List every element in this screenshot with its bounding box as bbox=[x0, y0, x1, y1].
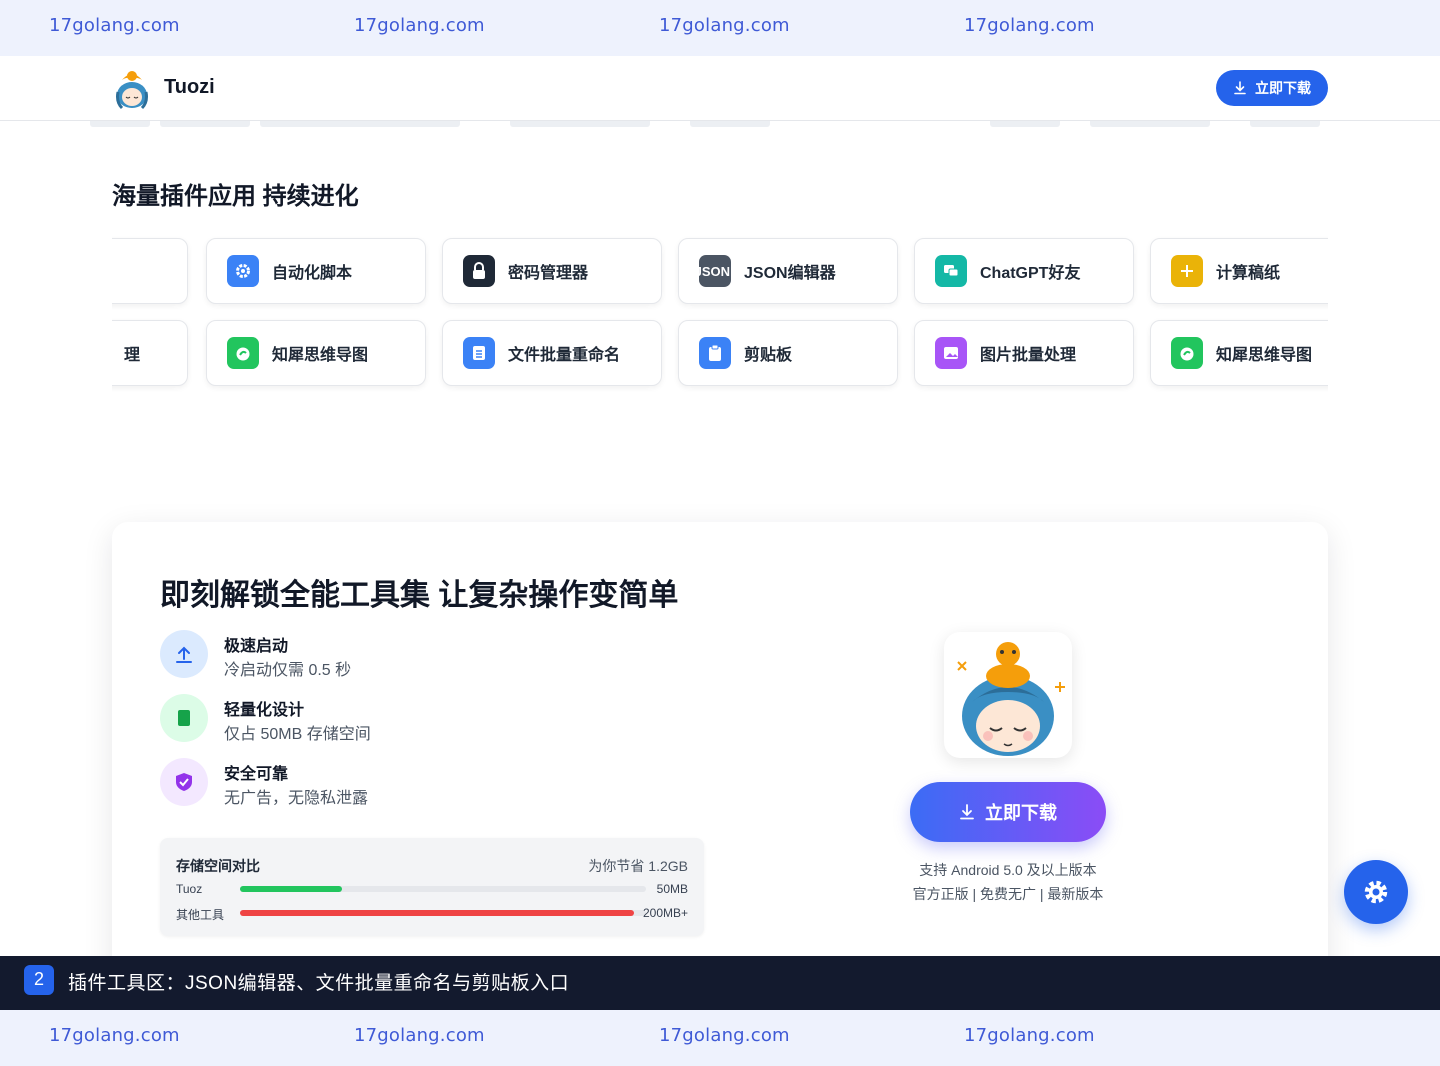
plugin-card-chatgpt-friend[interactable]: ChatGPT好友 bbox=[914, 238, 1134, 304]
brand-name[interactable]: Tuozi bbox=[164, 76, 215, 99]
plugin-card-image-batch[interactable]: 图片批量处理 bbox=[914, 320, 1134, 386]
storage-row-tuoz: Tuoz 50MB bbox=[176, 882, 688, 898]
gear-icon bbox=[1364, 880, 1388, 904]
watermark-text: 17golang.com bbox=[354, 15, 485, 36]
watermark-text: 17golang.com bbox=[354, 1025, 485, 1046]
storage-bar-track bbox=[240, 910, 646, 916]
storage-title: 存储空间对比 bbox=[176, 858, 260, 874]
plugin-label: 知犀思维导图 bbox=[272, 347, 369, 364]
watermark-text: 17golang.com bbox=[49, 1025, 180, 1046]
plugin-label: 文件批量重命名 bbox=[508, 347, 621, 364]
header-download-label: 立即下载 bbox=[1255, 80, 1311, 96]
header-download-button[interactable]: 立即下载 bbox=[1216, 70, 1328, 106]
feature-title: 极速启动 bbox=[224, 638, 289, 655]
storage-row-other: 其他工具 200MB+ bbox=[176, 906, 688, 922]
main-download-label: 立即下载 bbox=[985, 803, 1057, 823]
watermark-text: 17golang.com bbox=[964, 1025, 1095, 1046]
lock-icon bbox=[463, 255, 495, 287]
settings-fab[interactable] bbox=[1344, 860, 1408, 924]
upload-arrow-icon bbox=[160, 630, 208, 678]
watermark-text: 17golang.com bbox=[659, 1025, 790, 1046]
promo-title: 即刻解锁全能工具集 让复杂操作变简单 bbox=[160, 579, 679, 612]
caption-bar: 2 插件工具区：JSON编辑器、文件批量重命名与剪贴板入口 bbox=[0, 956, 1440, 1010]
storage-saving: 为你节省 1.2GB bbox=[588, 858, 688, 874]
plugin-label: 图片批量处理 bbox=[980, 347, 1077, 364]
plugin-label: ChatGPT好友 bbox=[980, 265, 1081, 282]
feature-title: 轻量化设计 bbox=[224, 702, 305, 719]
support-tags: 官方正版 | 免费无广 | 最新版本 bbox=[912, 886, 1104, 902]
plugin-label: 计算稿纸 bbox=[1216, 265, 1281, 282]
plugin-label: JSON编辑器 bbox=[744, 265, 836, 282]
plugin-label: 自动化脚本 bbox=[272, 265, 353, 282]
feature-desc: 仅占 50MB 存储空间 bbox=[224, 726, 371, 743]
chat-icon bbox=[935, 255, 967, 287]
feature-fast-start: 极速启动 冷启动仅需 0.5 秒 bbox=[160, 630, 660, 679]
caption-text: 插件工具区：JSON编辑器、文件批量重命名与剪贴板入口 bbox=[68, 973, 570, 994]
storage-row-name: Tuoz bbox=[176, 882, 203, 896]
plugin-card-password-manager[interactable]: 密码管理器 bbox=[442, 238, 662, 304]
plugin-card-mindmap[interactable]: 知犀思维导图 bbox=[206, 320, 426, 386]
storage-comparison: 存储空间对比 为你节省 1.2GB Tuoz 50MB 其他工具 200MB+ bbox=[160, 838, 704, 936]
watermark-text: 17golang.com bbox=[659, 15, 790, 36]
shield-check-icon bbox=[160, 758, 208, 806]
feature-lightweight: 轻量化设计 仅占 50MB 存储空间 bbox=[160, 694, 660, 743]
plugin-card-automation-script[interactable]: 自动化脚本 bbox=[206, 238, 426, 304]
mascot-logo[interactable] bbox=[112, 68, 152, 110]
storage-bar-fill bbox=[240, 910, 634, 916]
plugin-label: 知犀思维导图 bbox=[1216, 347, 1313, 364]
download-icon bbox=[1234, 81, 1246, 95]
clipboard-icon bbox=[699, 337, 731, 369]
plugin-card-batch-rename[interactable]: 文件批量重命名 bbox=[442, 320, 662, 386]
image-icon bbox=[935, 337, 967, 369]
plugin-card-clipboard[interactable]: 剪贴板 bbox=[678, 320, 898, 386]
download-icon bbox=[960, 804, 974, 820]
plugin-card[interactable]: 理 bbox=[112, 320, 188, 386]
storage-row-name: 其他工具 bbox=[176, 908, 225, 922]
storage-bar-fill bbox=[240, 886, 342, 892]
plugin-label: 剪贴板 bbox=[744, 347, 793, 364]
plugins-section-title: 海量插件应用 持续进化 bbox=[112, 183, 359, 210]
gear-icon bbox=[227, 255, 259, 287]
storage-bar-track bbox=[240, 886, 646, 892]
feature-desc: 冷启动仅需 0.5 秒 bbox=[224, 662, 352, 679]
mindmap-icon bbox=[227, 337, 259, 369]
feature-title: 安全可靠 bbox=[224, 766, 289, 783]
mascot-image bbox=[944, 632, 1072, 758]
plugin-card-calculator-paper[interactable]: 计算稿纸 bbox=[1150, 238, 1328, 304]
storage-row-value: 50MB bbox=[656, 882, 688, 896]
promo-card: 即刻解锁全能工具集 让复杂操作变简单 极速启动 冷启动仅需 0.5 秒 轻量化设… bbox=[112, 522, 1328, 992]
plugin-card-json-editor[interactable]: JSON JSON编辑器 bbox=[678, 238, 898, 304]
feature-secure: 安全可靠 无广告，无隐私泄露 bbox=[160, 758, 660, 807]
site-header: Tuozi 立即下载 bbox=[0, 56, 1440, 121]
mindmap-icon bbox=[1171, 337, 1203, 369]
main-download-button[interactable]: 立即下载 bbox=[910, 782, 1106, 842]
caption-step-badge: 2 bbox=[24, 965, 54, 995]
plugin-carousel: 自动化脚本 密码管理器 JSON JSON编辑器 ChatGPT好友 计算稿纸 bbox=[112, 230, 1328, 400]
phone-icon bbox=[160, 694, 208, 742]
watermark-strip-bottom: 17golang.com 17golang.com 17golang.com 1… bbox=[0, 1010, 1440, 1066]
watermark-text: 17golang.com bbox=[49, 15, 180, 36]
support-text: 支持 Android 5.0 及以上版本 bbox=[919, 862, 1097, 878]
plugin-label: 理 bbox=[124, 347, 141, 364]
ghost-text-strip bbox=[90, 121, 1330, 129]
json-icon: JSON bbox=[699, 255, 731, 287]
feature-desc: 无广告，无隐私泄露 bbox=[224, 790, 369, 807]
plus-icon bbox=[1171, 255, 1203, 287]
file-list-icon bbox=[463, 337, 495, 369]
watermark-text: 17golang.com bbox=[964, 15, 1095, 36]
watermark-strip-top: 17golang.com 17golang.com 17golang.com 1… bbox=[0, 0, 1440, 56]
storage-row-value: 200MB+ bbox=[642, 906, 688, 920]
plugin-label: 密码管理器 bbox=[508, 265, 589, 282]
plugin-card-mindmap[interactable]: 知犀思维导图 bbox=[1150, 320, 1328, 386]
plugin-card[interactable] bbox=[112, 238, 188, 304]
